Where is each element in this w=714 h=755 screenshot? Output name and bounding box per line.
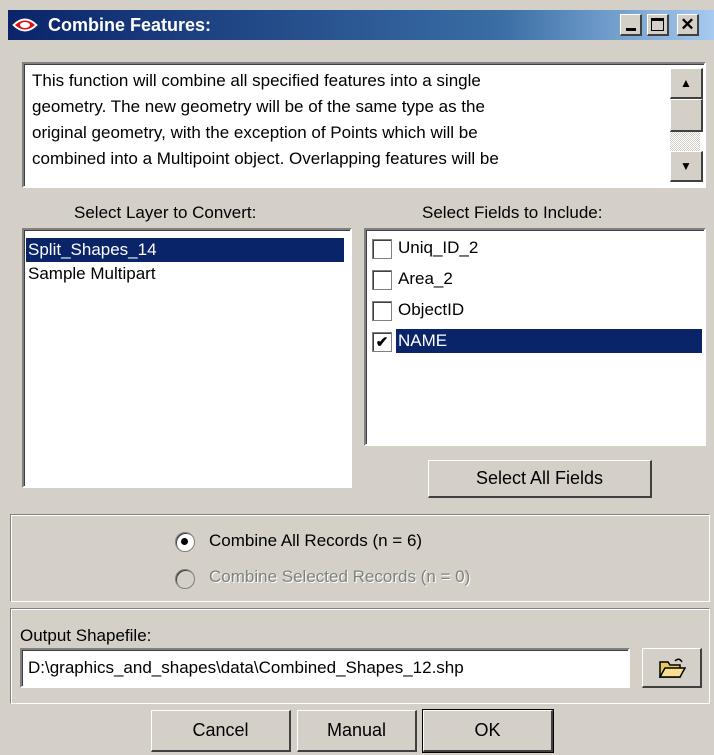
- close-icon: ✕: [680, 15, 695, 34]
- cancel-button[interactable]: Cancel: [151, 710, 291, 752]
- layer-item[interactable]: Sample Multipart: [26, 262, 156, 286]
- description-scrollbar[interactable]: ▲ ▼: [670, 68, 703, 182]
- field-list-label: Select Fields to Include:: [422, 203, 603, 222]
- layer-item[interactable]: Split_Shapes_14: [26, 238, 344, 262]
- scroll-up-button[interactable]: ▲: [670, 68, 703, 99]
- browse-button[interactable]: [642, 648, 702, 688]
- records-group: [10, 514, 710, 602]
- combine-all-label[interactable]: Combine All Records (n = 6): [209, 531, 422, 551]
- close-button[interactable]: ✕: [677, 14, 699, 36]
- field-checkbox-objectid[interactable]: [372, 301, 392, 321]
- radio-dot: [181, 538, 188, 545]
- manual-button[interactable]: Manual: [297, 710, 417, 752]
- layer-list[interactable]: Split_Shapes_14 Sample Multipart: [22, 228, 352, 488]
- select-all-fields-button[interactable]: Select All Fields: [428, 460, 652, 498]
- output-label: Output Shapefile:: [20, 626, 152, 645]
- window-title: Combine Features:: [48, 15, 212, 35]
- output-path-text: D:\graphics_and_shapes\data\Combined_Sha…: [28, 658, 464, 677]
- field-checkbox-area-2[interactable]: [372, 270, 392, 290]
- combine-all-radio[interactable]: [175, 532, 195, 552]
- description-box[interactable]: This function will combine all specified…: [22, 62, 706, 188]
- field-item[interactable]: ObjectID: [396, 298, 464, 322]
- field-item[interactable]: NAME: [396, 329, 702, 353]
- folder-open-icon: [658, 658, 686, 678]
- minimize-icon: [625, 28, 636, 31]
- minimize-button[interactable]: [620, 14, 642, 36]
- checkmark-icon: ✔: [375, 333, 389, 351]
- output-path-field[interactable]: D:\graphics_and_shapes\data\Combined_Sha…: [20, 648, 630, 688]
- layer-list-label: Select Layer to Convert:: [74, 203, 257, 222]
- field-checkbox-name[interactable]: ✔: [372, 332, 392, 352]
- maximize-button[interactable]: [647, 14, 669, 36]
- scroll-thumb[interactable]: [670, 99, 703, 132]
- scroll-down-button[interactable]: ▼: [670, 151, 703, 182]
- title-bar: Combine Features: ✕: [0, 0, 714, 40]
- combine-selected-radio: [175, 569, 195, 589]
- ok-button[interactable]: OK: [422, 709, 554, 753]
- field-item[interactable]: Area_2: [396, 267, 453, 291]
- app-eye-icon: [12, 18, 38, 32]
- maximize-icon: [651, 18, 664, 31]
- field-list[interactable]: Uniq_ID_2 Area_2 ObjectID ✔ NAME: [364, 228, 706, 446]
- arrow-up-icon: ▲: [680, 76, 692, 90]
- combine-selected-label: Combine Selected Records (n = 0): [209, 567, 471, 586]
- field-checkbox-uniq-id-2[interactable]: [372, 239, 392, 259]
- arrow-down-icon: ▼: [680, 159, 692, 173]
- description-text: This function will combine all specified…: [32, 71, 499, 168]
- field-item[interactable]: Uniq_ID_2: [396, 236, 478, 260]
